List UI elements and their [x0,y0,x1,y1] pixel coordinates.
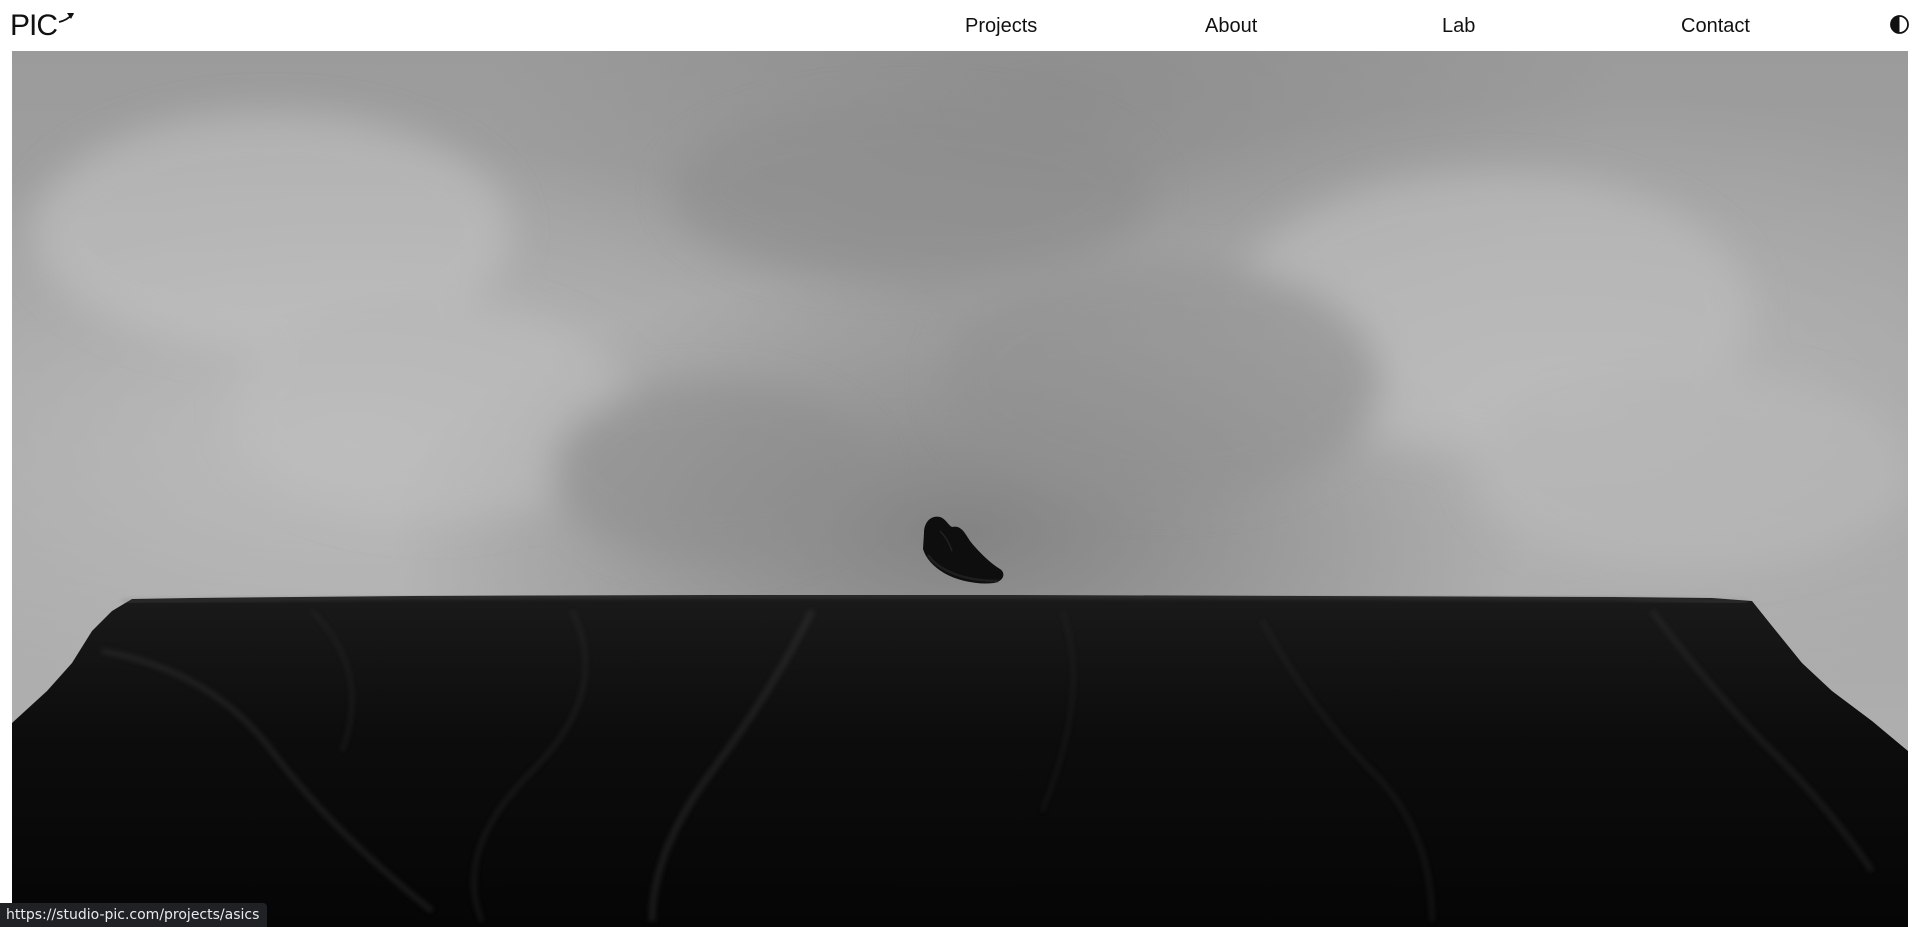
nav-link-lab[interactable]: Lab [1442,14,1475,38]
hero-visual[interactable] [12,51,1908,927]
site-header: PIC Projects About Lab Contact [0,0,1920,51]
page: PIC Projects About Lab Contact https://s… [0,0,1920,927]
link-preview-status-bar: https://studio-pic.com/projects/asics [0,903,268,927]
nav-link-about[interactable]: About [1205,14,1257,38]
hero-scene [12,51,1908,927]
main-nav: Projects About Lab Contact [0,0,1920,51]
nav-link-projects[interactable]: Projects [965,14,1037,38]
nav-link-contact[interactable]: Contact [1681,14,1750,38]
contrast-half-circle-icon [1890,15,1909,34]
theme-toggle-button[interactable] [1889,14,1910,35]
